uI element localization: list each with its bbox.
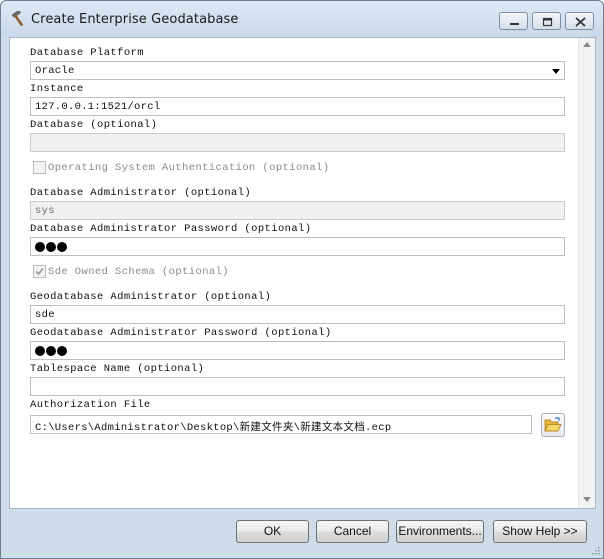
show-help-button[interactable]: Show Help >> bbox=[493, 520, 587, 543]
platform-dropdown[interactable]: Oracle bbox=[30, 61, 565, 80]
ok-button[interactable]: OK bbox=[236, 520, 309, 543]
tablespace-label: Tablespace Name (optional) bbox=[30, 363, 205, 375]
instance-label: Instance bbox=[30, 83, 84, 95]
db-admin-password-input[interactable] bbox=[30, 237, 565, 256]
title-bar[interactable]: Create Enterprise Geodatabase bbox=[1, 1, 603, 37]
instance-input[interactable]: 127.0.0.1:1521/orcl bbox=[30, 97, 565, 116]
hammer-icon bbox=[10, 9, 28, 27]
os-auth-label: Operating System Authentication (optiona… bbox=[48, 161, 330, 174]
password-mask bbox=[35, 346, 68, 359]
cancel-button[interactable]: Cancel bbox=[316, 520, 389, 543]
sde-schema-checkbox[interactable] bbox=[33, 265, 46, 278]
folder-open-icon bbox=[544, 417, 562, 432]
scroll-up-icon[interactable] bbox=[583, 42, 591, 47]
auth-file-label: Authorization File bbox=[30, 399, 151, 411]
password-mask bbox=[35, 242, 68, 255]
os-auth-checkbox[interactable] bbox=[33, 161, 46, 174]
gdb-admin-password-input[interactable] bbox=[30, 341, 565, 360]
maximize-button[interactable] bbox=[532, 12, 561, 30]
sde-schema-checkbox-row[interactable]: Sde Owned Schema (optional) bbox=[33, 265, 229, 278]
database-label: Database (optional) bbox=[30, 119, 158, 131]
platform-value: Oracle bbox=[35, 65, 75, 77]
os-auth-checkbox-row[interactable]: Operating System Authentication (optiona… bbox=[33, 161, 329, 174]
gdb-admin-label: Geodatabase Administrator (optional) bbox=[30, 291, 272, 303]
db-admin-password-label: Database Administrator Password (optiona… bbox=[30, 223, 312, 235]
db-admin-input[interactable]: sys bbox=[30, 201, 565, 220]
environments-button[interactable]: Environments... bbox=[396, 520, 484, 543]
form-panel: Database Platform Oracle Instance 127.0.… bbox=[9, 37, 596, 509]
chevron-down-icon bbox=[552, 69, 560, 74]
tablespace-input[interactable] bbox=[30, 377, 565, 396]
browse-button[interactable] bbox=[541, 413, 565, 437]
vertical-scrollbar[interactable] bbox=[578, 38, 595, 508]
close-button[interactable] bbox=[565, 12, 594, 30]
dialog-window: Create Enterprise Geodatabase Database P… bbox=[0, 0, 604, 559]
scroll-down-icon[interactable] bbox=[583, 497, 591, 502]
platform-label: Database Platform bbox=[30, 47, 144, 59]
resize-grip-icon[interactable] bbox=[590, 545, 600, 555]
db-admin-label: Database Administrator (optional) bbox=[30, 187, 252, 199]
gdb-admin-input[interactable]: sde bbox=[30, 305, 565, 324]
auth-file-input[interactable]: C:\Users\Administrator\Desktop\新建文件夹\新建文… bbox=[30, 415, 532, 434]
database-input[interactable] bbox=[30, 133, 565, 152]
minimize-button[interactable] bbox=[499, 12, 528, 30]
gdb-admin-password-label: Geodatabase Administrator Password (opti… bbox=[30, 327, 332, 339]
window-title: Create Enterprise Geodatabase bbox=[31, 12, 239, 27]
checkmark-icon bbox=[35, 267, 44, 276]
sde-schema-label: Sde Owned Schema (optional) bbox=[48, 265, 229, 278]
